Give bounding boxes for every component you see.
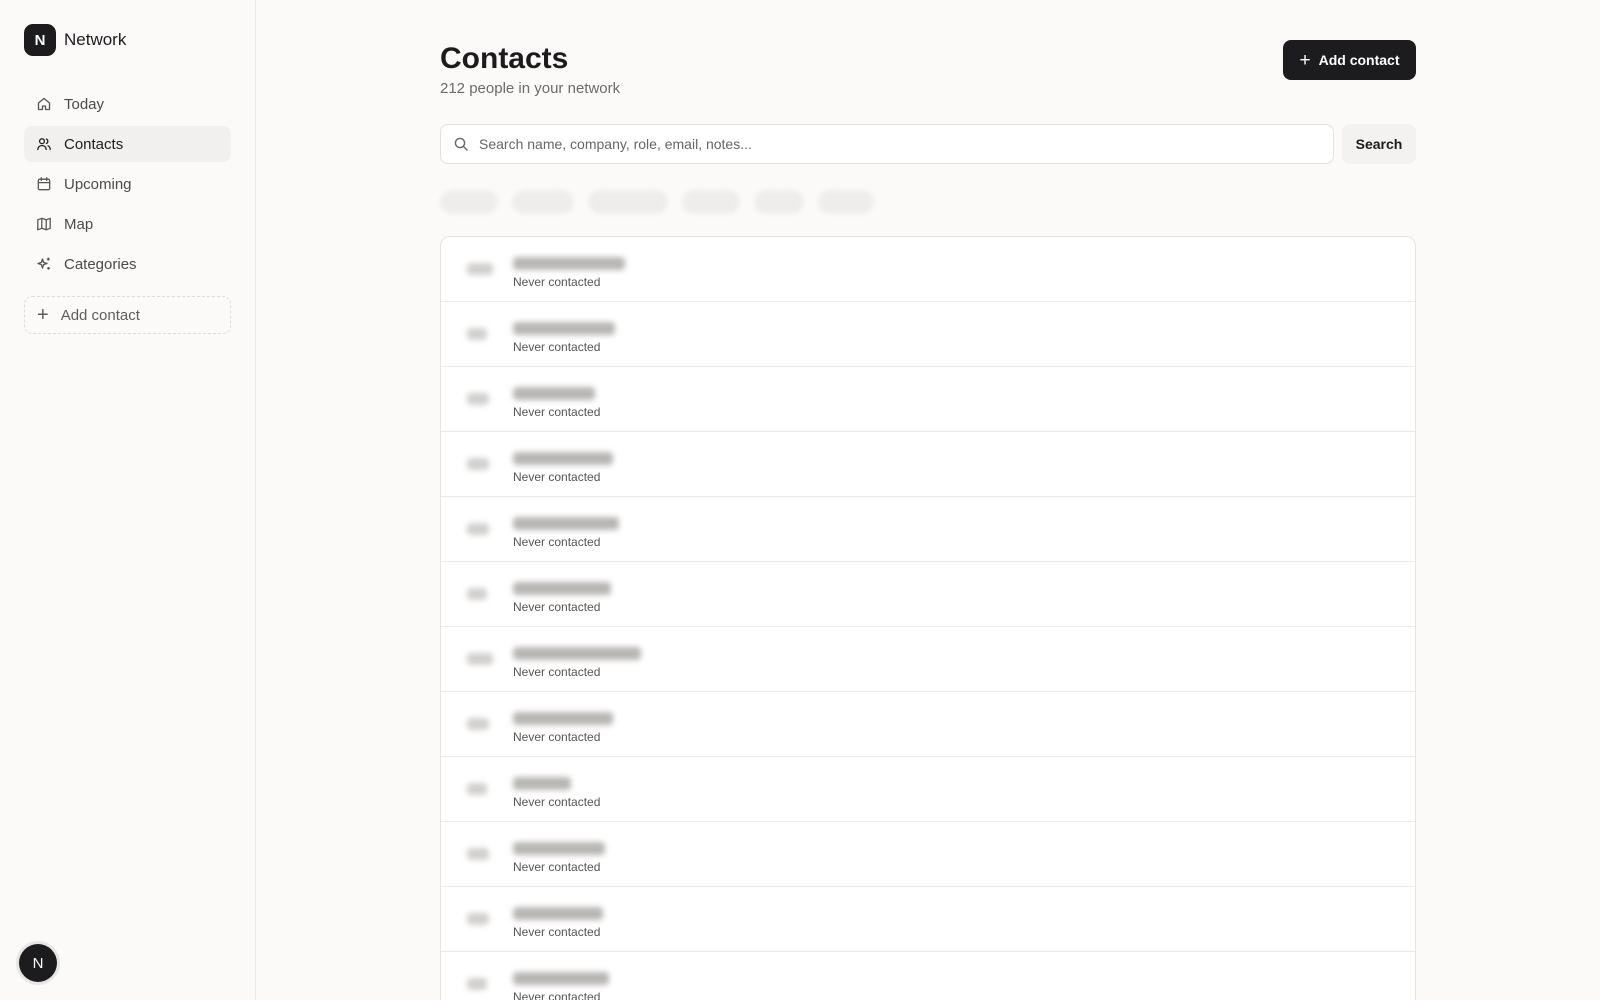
add-contact-button[interactable]: + Add contact	[1283, 40, 1416, 80]
sidebar-item-contacts[interactable]: Contacts	[24, 126, 231, 162]
contact-name	[513, 907, 603, 920]
add-contact-label: Add contact	[1318, 52, 1400, 68]
contact-last-contacted: Never contacted	[513, 600, 601, 614]
plus-icon: +	[37, 304, 49, 326]
filter-chip[interactable]	[512, 190, 574, 214]
filter-chip[interactable]	[682, 190, 740, 214]
contact-avatar	[467, 393, 489, 405]
sidebar-item-label: Map	[64, 215, 94, 233]
contact-list: Never contacted Never contacted Never co…	[440, 236, 1416, 1000]
contact-row[interactable]: Never contacted	[441, 757, 1415, 822]
sidebar-item-label: Contacts	[64, 135, 124, 153]
contact-name	[513, 582, 611, 595]
sidebar-item-label: Upcoming	[64, 175, 132, 193]
home-icon	[36, 96, 52, 112]
contact-avatar	[467, 848, 489, 860]
contact-name	[513, 452, 613, 465]
contact-last-contacted: Never contacted	[513, 535, 601, 549]
sidebar-item-label: Today	[64, 95, 105, 113]
contact-last-contacted: Never contacted	[513, 860, 601, 874]
map-icon	[36, 216, 52, 232]
contact-avatar	[467, 913, 489, 925]
contact-name	[513, 387, 595, 400]
sidebar-add-contact-button[interactable]: + Add contact	[24, 296, 231, 334]
filter-chip[interactable]	[754, 190, 804, 214]
user-avatar[interactable]: N	[19, 944, 57, 982]
calendar-icon	[36, 176, 52, 192]
sidebar-item-map[interactable]: Map	[24, 206, 231, 242]
sparkles-icon	[36, 256, 52, 272]
contact-name	[513, 777, 571, 790]
sidebar-nav: Today Contacts Upcoming Map Categories	[24, 86, 231, 286]
search-button[interactable]: Search	[1342, 124, 1416, 164]
sidebar: N Network Today Contacts Upcoming Map Ca…	[0, 0, 256, 1000]
contact-avatar	[467, 328, 487, 340]
contact-avatar	[467, 523, 489, 535]
contact-avatar	[467, 783, 487, 795]
contact-row[interactable]: Never contacted	[441, 887, 1415, 952]
contact-row[interactable]: Never contacted	[441, 627, 1415, 692]
filter-chip[interactable]	[588, 190, 668, 214]
contact-name	[513, 322, 615, 335]
sidebar-add-contact-label: Add contact	[60, 306, 140, 324]
contact-row[interactable]: Never contacted	[441, 952, 1415, 1000]
contact-name	[513, 517, 619, 530]
contact-last-contacted: Never contacted	[513, 275, 601, 289]
contact-name	[513, 647, 641, 660]
sidebar-item-label: Categories	[64, 255, 137, 273]
contact-last-contacted: Never contacted	[513, 405, 601, 419]
users-icon	[36, 136, 52, 152]
search-icon	[453, 136, 469, 152]
contact-last-contacted: Never contacted	[513, 795, 601, 809]
contact-name	[513, 257, 625, 270]
contact-avatar	[467, 653, 493, 665]
contact-last-contacted: Never contacted	[513, 665, 601, 679]
search-input[interactable]	[479, 136, 1319, 152]
contact-row[interactable]: Never contacted	[441, 692, 1415, 757]
brand-logo: N	[24, 24, 56, 56]
contact-row[interactable]: Never contacted	[441, 497, 1415, 562]
contact-last-contacted: Never contacted	[513, 730, 601, 744]
contact-row[interactable]: Never contacted	[441, 237, 1415, 302]
contact-avatar	[467, 978, 487, 990]
contact-avatar	[467, 588, 487, 600]
contact-avatar	[467, 458, 489, 470]
plus-icon: +	[1299, 49, 1311, 71]
contact-last-contacted: Never contacted	[513, 925, 601, 939]
contact-avatar	[467, 263, 493, 275]
contact-last-contacted: Never contacted	[513, 470, 601, 484]
contact-row[interactable]: Never contacted	[441, 822, 1415, 887]
brand-name: Network	[64, 30, 127, 49]
contact-row[interactable]: Never contacted	[441, 432, 1415, 497]
contact-last-contacted: Never contacted	[513, 340, 601, 354]
contact-row[interactable]: Never contacted	[441, 562, 1415, 627]
contact-row[interactable]: Never contacted	[441, 302, 1415, 367]
contact-name	[513, 712, 613, 725]
page-subtitle: 212 people in your network	[440, 80, 621, 97]
brand[interactable]: N Network	[24, 24, 126, 56]
contact-name	[513, 972, 609, 985]
contact-row[interactable]: Never contacted	[441, 367, 1415, 432]
page-title: Contacts	[440, 42, 569, 75]
search-box	[440, 124, 1334, 164]
filter-chip[interactable]	[818, 190, 874, 214]
filter-chip[interactable]	[440, 190, 498, 214]
contact-last-contacted: Never contacted	[513, 990, 601, 1000]
sidebar-item-upcoming[interactable]: Upcoming	[24, 166, 231, 202]
contact-name	[513, 842, 605, 855]
category-filter-chips	[440, 190, 888, 214]
sidebar-item-categories[interactable]: Categories	[24, 246, 231, 282]
sidebar-item-today[interactable]: Today	[24, 86, 231, 122]
contact-avatar	[467, 718, 489, 730]
